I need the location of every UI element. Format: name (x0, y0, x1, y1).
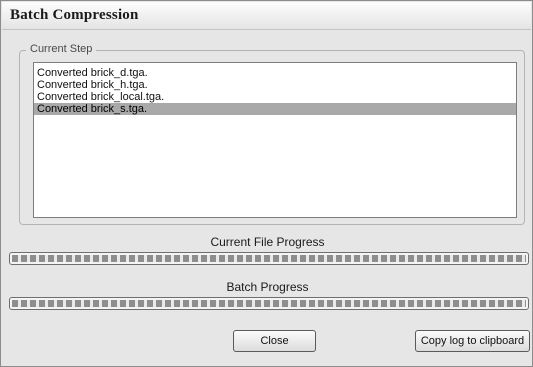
batch-progress-bar (9, 297, 529, 310)
log-item[interactable]: Converted brick_d.tga. (34, 67, 516, 79)
copy-log-button[interactable]: Copy log to clipboard (415, 330, 530, 352)
file-progress-fill (12, 255, 526, 262)
log-item[interactable]: Converted brick_local.tga. (34, 91, 516, 103)
file-progress-label: Current File Progress (210, 235, 325, 249)
log-item[interactable]: Converted brick_h.tga. (34, 79, 516, 91)
close-button[interactable]: Close (233, 330, 316, 352)
batch-progress-label: Batch Progress (226, 280, 309, 294)
file-progress-bar (9, 252, 529, 265)
current-step-label: Current Step (26, 43, 97, 55)
batch-progress-fill (12, 300, 526, 307)
window-title: Batch Compression (10, 7, 139, 23)
batch-compression-dialog: Batch Compression Current Step Converted… (0, 0, 533, 367)
title-bar[interactable]: Batch Compression (2, 2, 531, 30)
log-list[interactable]: Converted brick_d.tga. Converted brick_h… (33, 62, 517, 218)
log-item[interactable]: Converted brick_s.tga. (34, 103, 516, 115)
